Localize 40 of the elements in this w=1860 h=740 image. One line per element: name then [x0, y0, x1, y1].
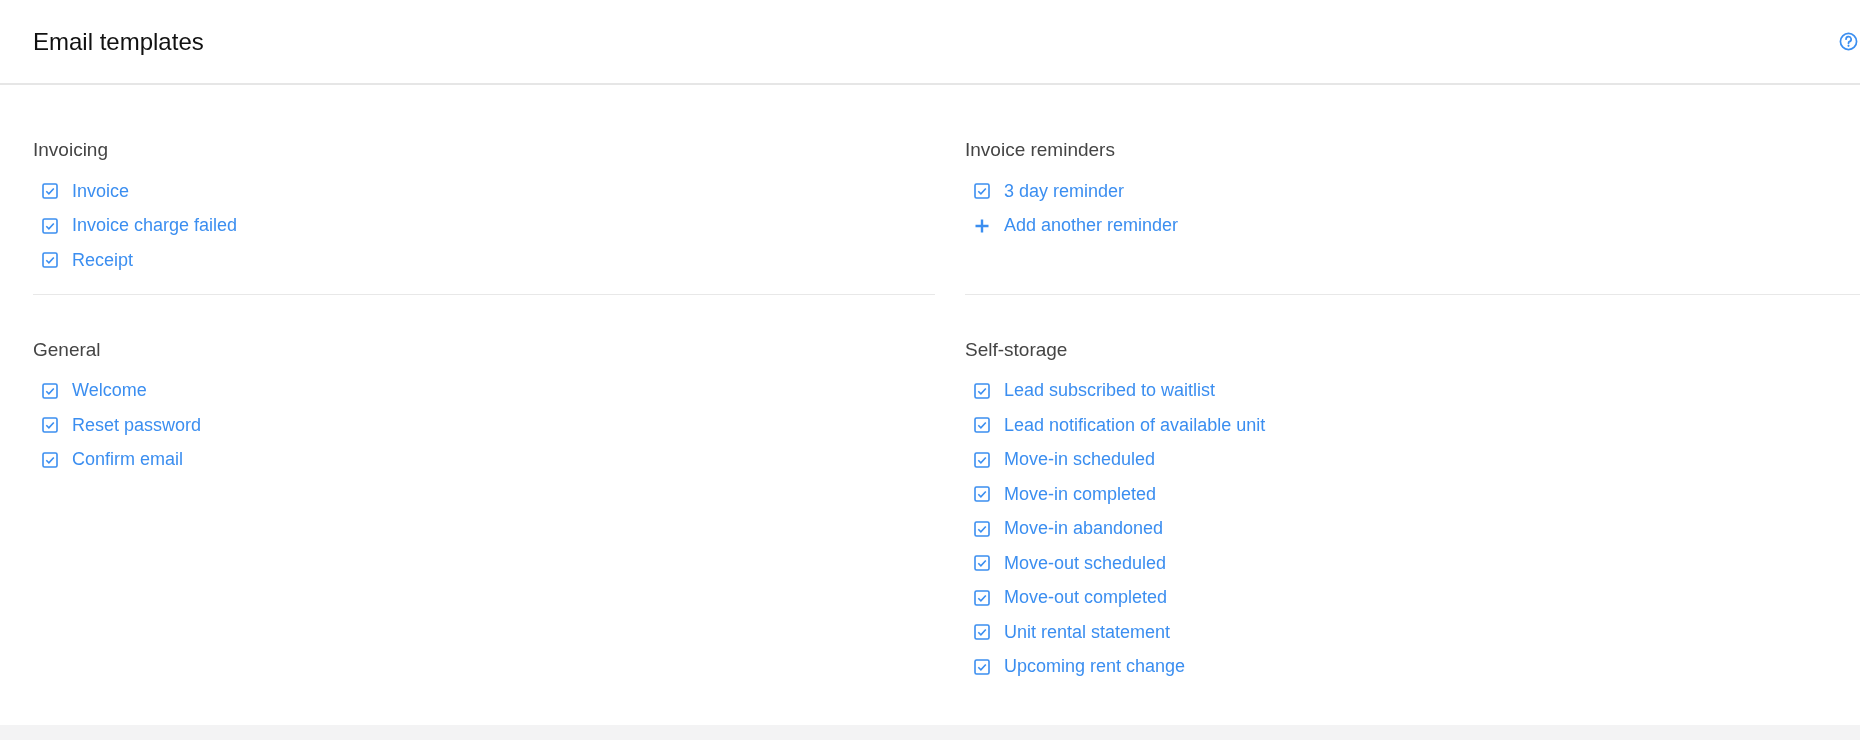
template-link[interactable]: Invoice charge failed [33, 208, 238, 243]
template-link[interactable]: Welcome [33, 373, 147, 408]
checkbox-icon[interactable] [974, 624, 990, 641]
template-link[interactable]: Invoice [33, 174, 130, 209]
checkbox-icon[interactable] [974, 417, 990, 434]
page-title: Email templates [33, 27, 204, 56]
checkbox-icon[interactable] [42, 382, 58, 399]
checkbox-icon[interactable] [42, 417, 58, 434]
template-link[interactable]: Move-out completed [965, 580, 1168, 615]
add-reminder-link[interactable]: Add another reminder [965, 208, 1179, 243]
checkbox-icon[interactable] [42, 451, 58, 468]
help-icon[interactable] [1839, 32, 1858, 51]
template-link[interactable]: Move-in abandoned [965, 511, 1164, 546]
checkbox-icon[interactable] [974, 520, 990, 537]
template-link[interactable]: Receipt [33, 243, 134, 278]
template-link[interactable]: Lead subscribed to waitlist [965, 373, 1216, 408]
section-title: Invoicing [33, 138, 109, 162]
template-link[interactable]: Lead notification of available unit [965, 408, 1266, 443]
template-link[interactable]: Unit rental statement [965, 615, 1171, 650]
checkbox-icon[interactable] [974, 382, 990, 399]
checkbox-icon[interactable] [42, 252, 58, 269]
plus-icon [974, 217, 990, 234]
template-link[interactable]: Reset password [33, 408, 202, 443]
checkbox-icon[interactable] [42, 217, 58, 234]
checkbox-icon[interactable] [974, 589, 990, 606]
checkbox-icon[interactable] [974, 183, 990, 200]
checkbox-icon[interactable] [974, 658, 990, 675]
template-link[interactable]: Confirm email [33, 442, 184, 477]
checkbox-icon[interactable] [974, 555, 990, 572]
checkbox-icon[interactable] [974, 451, 990, 468]
template-link[interactable]: Upcoming rent change [965, 649, 1186, 684]
checkbox-icon[interactable] [974, 486, 990, 503]
section-title: Self-storage [965, 337, 1069, 362]
template-link[interactable]: Move-out scheduled [965, 546, 1167, 581]
section-title: General [33, 337, 102, 362]
template-link[interactable]: Move-in scheduled [965, 442, 1156, 477]
template-link[interactable]: Move-in completed [965, 477, 1157, 512]
checkbox-icon[interactable] [42, 183, 58, 200]
section-title: Invoice reminders [965, 138, 1116, 162]
template-link[interactable]: 3 day reminder [965, 174, 1125, 209]
